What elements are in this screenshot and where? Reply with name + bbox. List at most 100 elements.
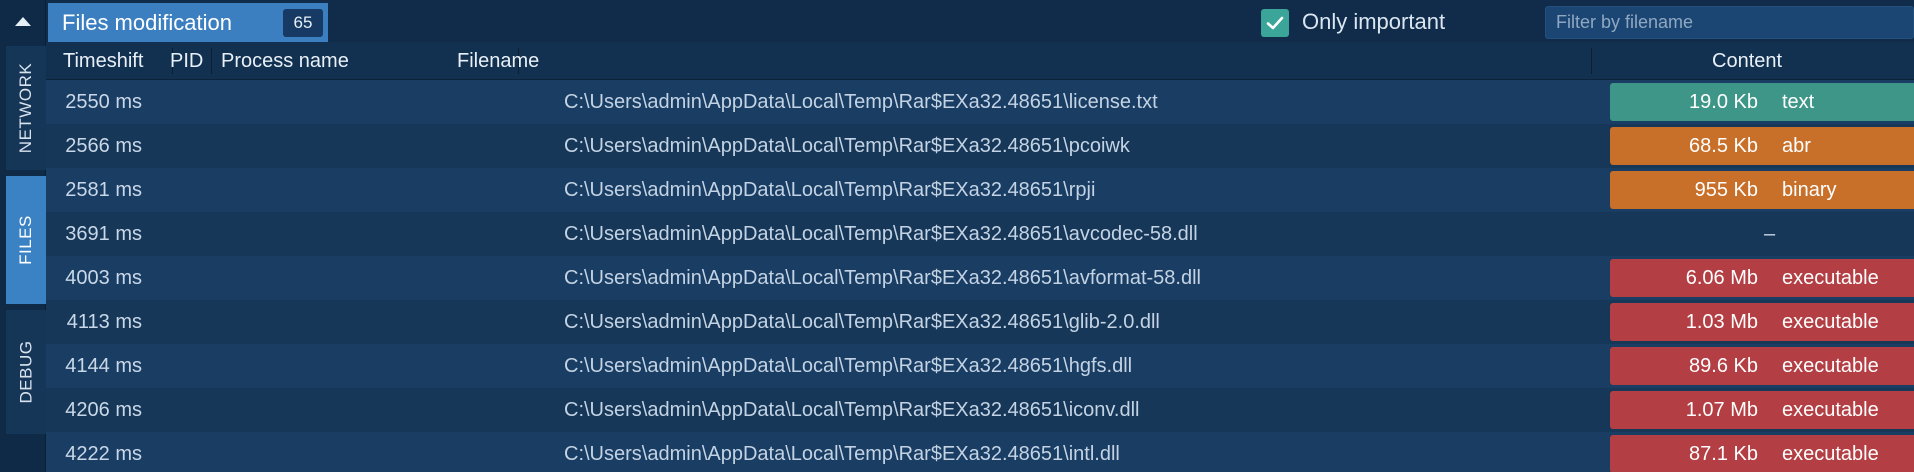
content-type: executable: [1782, 442, 1879, 465]
only-important-checkbox[interactable]: [1261, 9, 1289, 37]
timeshift-cell: 4003 ms: [65, 266, 142, 289]
column-pid[interactable]: PID: [170, 42, 203, 80]
content-type: executable: [1782, 398, 1879, 421]
content-type: abr: [1782, 134, 1811, 157]
content-type: executable: [1782, 310, 1879, 333]
content-cell: 6.06 Mb executable: [1600, 256, 1914, 300]
panel-title-tab[interactable]: Files modification 65: [48, 3, 328, 42]
column-filename[interactable]: Filename: [457, 42, 539, 80]
pid-cell: [196, 168, 256, 212]
table-row[interactable]: 2581 ms C:\Users\admin\AppData\Local\Temp…: [46, 168, 1914, 212]
pid-cell: [196, 212, 256, 256]
tab-network[interactable]: NETWORK: [6, 46, 46, 170]
tab-debug-label: DEBUG: [16, 340, 35, 404]
content-size: 1.03 Mb: [1685, 310, 1758, 333]
content-badge[interactable]: 68.5 Kb abr: [1610, 127, 1914, 165]
column-timeshift[interactable]: Timeshift: [63, 42, 143, 80]
content-size: 955 Kb: [1694, 178, 1758, 201]
filename-filter-input[interactable]: [1545, 6, 1914, 39]
table-row[interactable]: 2550 ms C:\Users\admin\AppData\Local\Temp…: [46, 80, 1914, 124]
process-name-cell: [268, 256, 548, 300]
timeshift-cell: 2566 ms: [65, 134, 142, 157]
pid-cell: [196, 256, 256, 300]
table-header: Timeshift PID Process name Filename Cont…: [46, 42, 1914, 80]
pid-cell: [196, 432, 256, 472]
process-name-cell: [268, 344, 548, 388]
content-size: 68.5 Kb: [1689, 134, 1758, 157]
content-type: binary: [1782, 178, 1837, 201]
files-table: Timeshift PID Process name Filename Cont…: [46, 42, 1914, 472]
content-badge[interactable]: 19.0 Kb text: [1610, 83, 1914, 121]
timeshift-cell: 4113 ms: [66, 310, 142, 333]
filename-cell: C:\Users\admin\AppData\Local\Temp\Rar$EX…: [564, 398, 1140, 421]
only-important-label: Only important: [1302, 9, 1446, 34]
column-divider[interactable]: [1591, 48, 1592, 74]
process-name-cell: [268, 212, 548, 256]
content-type: executable: [1782, 266, 1879, 289]
content-badge[interactable]: 955 Kb binary: [1610, 171, 1914, 209]
content-cell: 1.03 Mb executable: [1600, 300, 1914, 344]
pid-cell: [196, 344, 256, 388]
content-badge[interactable]: 6.06 Mb executable: [1610, 259, 1914, 297]
filename-cell: C:\Users\admin\AppData\Local\Temp\Rar$EX…: [564, 310, 1160, 333]
content-cell: 1.07 Mb executable: [1600, 388, 1914, 432]
column-process-name[interactable]: Process name: [221, 42, 349, 80]
content-cell: 955 Kb binary: [1600, 168, 1914, 212]
table-row[interactable]: 4113 ms C:\Users\admin\AppData\Local\Temp…: [46, 300, 1914, 344]
checkmark-icon: [1266, 16, 1284, 30]
process-name-cell: [268, 168, 548, 212]
content-size: 89.6 Kb: [1689, 354, 1758, 377]
collapse-button[interactable]: [0, 0, 46, 42]
content-size: 1.07 Mb: [1685, 398, 1758, 421]
process-name-cell: [268, 432, 548, 472]
process-name-cell: [268, 80, 548, 124]
content-cell: 19.0 Kb text: [1600, 80, 1914, 124]
filename-cell: C:\Users\admin\AppData\Local\Temp\Rar$EX…: [564, 222, 1198, 245]
table-row[interactable]: 4222 ms C:\Users\admin\AppData\Local\Temp…: [46, 432, 1914, 472]
tab-network-label: NETWORK: [16, 62, 36, 154]
content-cell: 87.1 Kb executable: [1600, 432, 1914, 472]
pid-cell: [196, 80, 256, 124]
timeshift-cell: 4222 ms: [65, 442, 142, 465]
content-badge[interactable]: 1.03 Mb executable: [1610, 303, 1914, 341]
table-row[interactable]: 2566 ms C:\Users\admin\AppData\Local\Temp…: [46, 124, 1914, 168]
tab-files-label: FILES: [16, 215, 35, 265]
pid-cell: [196, 388, 256, 432]
table-row[interactable]: 3691 ms C:\Users\admin\AppData\Local\Temp…: [46, 212, 1914, 256]
content-cell: 89.6 Kb executable: [1600, 344, 1914, 388]
timeshift-cell: 4206 ms: [65, 398, 142, 421]
process-name-cell: [268, 300, 548, 344]
timeshift-cell: 3691 ms: [65, 222, 142, 245]
process-name-cell: [268, 388, 548, 432]
content-cell: 68.5 Kb abr: [1600, 124, 1914, 168]
filename-cell: C:\Users\admin\AppData\Local\Temp\Rar$EX…: [564, 178, 1096, 201]
content-size: 87.1 Kb: [1689, 442, 1758, 465]
filename-cell: C:\Users\admin\AppData\Local\Temp\Rar$EX…: [564, 354, 1133, 377]
process-name-cell: [268, 124, 548, 168]
content-type: executable: [1782, 354, 1879, 377]
table-row[interactable]: 4003 ms C:\Users\admin\AppData\Local\Temp…: [46, 256, 1914, 300]
content-badge[interactable]: 87.1 Kb executable: [1610, 435, 1914, 472]
filename-cell: C:\Users\admin\AppData\Local\Temp\Rar$EX…: [564, 266, 1201, 289]
tab-files[interactable]: FILES: [6, 176, 46, 304]
panel-header: Files modification 65 Only important: [46, 0, 1914, 42]
timeshift-cell: 2550 ms: [65, 90, 142, 113]
caret-up-icon: [15, 16, 31, 26]
content-size: 6.06 Mb: [1685, 266, 1758, 289]
filename-cell: C:\Users\admin\AppData\Local\Temp\Rar$EX…: [564, 90, 1158, 113]
table-row[interactable]: 4144 ms C:\Users\admin\AppData\Local\Temp…: [46, 344, 1914, 388]
content-badge[interactable]: 89.6 Kb executable: [1610, 347, 1914, 385]
panel-title: Files modification: [62, 9, 232, 35]
side-rail: NETWORK FILES DEBUG: [0, 0, 46, 472]
column-divider[interactable]: [211, 48, 212, 74]
tab-debug[interactable]: DEBUG: [6, 310, 46, 434]
timeshift-cell: 4144 ms: [65, 354, 142, 377]
filename-cell: C:\Users\admin\AppData\Local\Temp\Rar$EX…: [564, 134, 1130, 157]
content-cell: –: [1600, 212, 1914, 256]
column-content[interactable]: Content: [1712, 42, 1782, 80]
pid-cell: [196, 300, 256, 344]
table-row[interactable]: 4206 ms C:\Users\admin\AppData\Local\Temp…: [46, 388, 1914, 432]
content-badge[interactable]: 1.07 Mb executable: [1610, 391, 1914, 429]
pid-cell: [196, 124, 256, 168]
content-type: text: [1782, 90, 1815, 113]
